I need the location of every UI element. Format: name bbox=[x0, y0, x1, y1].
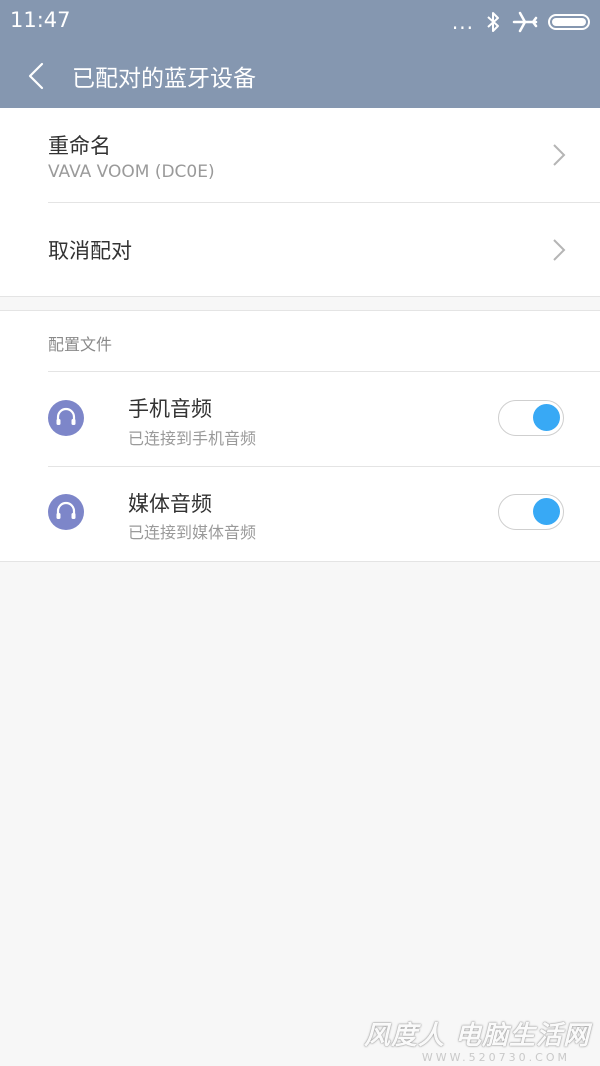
profiles-card: 配置文件 手机音频 已连接到手机音频 媒体音频 已连接到媒体音频 bbox=[0, 310, 600, 562]
device-card: 重命名 VAVA VOOM (DC0E) 取消配对 bbox=[0, 108, 600, 297]
section-label: 配置文件 bbox=[48, 335, 113, 354]
battery-icon bbox=[548, 14, 590, 30]
app-bar: 已配对的蓝牙设备 bbox=[0, 44, 600, 108]
bluetooth-icon bbox=[487, 12, 499, 32]
status-bar: 11:47 ... bbox=[0, 0, 600, 44]
profile-subtitle: 已连接到手机音频 bbox=[128, 429, 257, 448]
toggle-knob bbox=[533, 404, 560, 431]
profile-title: 媒体音频 bbox=[128, 492, 212, 516]
profile-title: 手机音频 bbox=[128, 397, 212, 421]
toggle-knob bbox=[533, 498, 560, 525]
back-button[interactable] bbox=[22, 60, 50, 92]
page-title: 已配对的蓝牙设备 bbox=[72, 66, 256, 92]
profile-subtitle: 已连接到媒体音频 bbox=[128, 523, 257, 542]
headphones-icon bbox=[48, 400, 84, 436]
media-audio-toggle[interactable] bbox=[498, 494, 564, 530]
battery-level bbox=[552, 18, 586, 26]
watermark-url: WWW.520730.COM bbox=[421, 1051, 570, 1064]
headphones-glyph bbox=[56, 501, 76, 519]
phone-audio-toggle[interactable] bbox=[498, 400, 564, 436]
rename-row[interactable]: 重命名 VAVA VOOM (DC0E) bbox=[0, 108, 600, 202]
unpair-row[interactable]: 取消配对 bbox=[0, 203, 600, 296]
unpair-label: 取消配对 bbox=[48, 239, 132, 263]
headphones-glyph bbox=[56, 407, 76, 425]
watermark: 风度人 电脑生活网 bbox=[363, 1021, 590, 1051]
status-icons: ... bbox=[452, 8, 590, 36]
profile-item-phone-audio[interactable]: 手机音频 已连接到手机音频 bbox=[0, 372, 600, 466]
chevron-right-icon bbox=[553, 144, 566, 166]
device-name: VAVA VOOM (DC0E) bbox=[48, 162, 215, 182]
headphones-icon bbox=[48, 494, 84, 530]
chevron-right-icon bbox=[553, 239, 566, 261]
airplane-icon bbox=[512, 11, 538, 33]
more-dots-icon: ... bbox=[451, 10, 474, 34]
profile-item-media-audio[interactable]: 媒体音频 已连接到媒体音频 bbox=[0, 467, 600, 561]
status-time: 11:47 bbox=[10, 8, 71, 32]
rename-label: 重命名 bbox=[48, 134, 111, 158]
